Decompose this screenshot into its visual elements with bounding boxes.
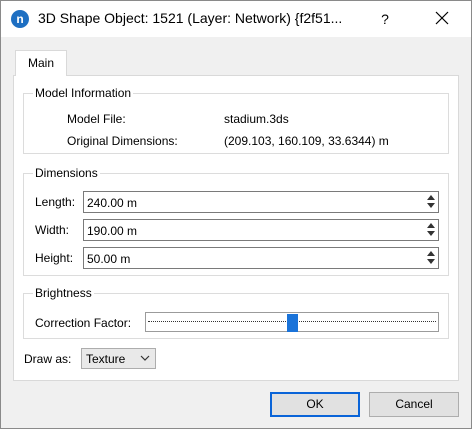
length-spinner[interactable] <box>425 194 436 210</box>
app-icon: n <box>11 10 29 28</box>
chevron-down-icon <box>140 355 150 361</box>
spin-up-icon[interactable] <box>426 195 435 200</box>
brightness-group: Brightness Correction Factor: <box>23 285 449 339</box>
dialog-window: n 3D Shape Object: 1521 (Layer: Network)… <box>0 0 472 429</box>
length-input[interactable]: 240.00 m <box>83 191 439 213</box>
spin-down-icon[interactable] <box>426 231 435 236</box>
original-dimensions-value: (209.103, 160.109, 33.6344) m <box>224 134 389 148</box>
original-dimensions-label: Original Dimensions: <box>67 134 178 148</box>
title-bar: n 3D Shape Object: 1521 (Layer: Network)… <box>1 1 471 37</box>
help-button[interactable]: ? <box>373 7 397 31</box>
height-input[interactable]: 50.00 m <box>83 247 439 269</box>
ok-button[interactable]: OK <box>270 392 360 417</box>
spin-down-icon[interactable] <box>426 203 435 208</box>
length-label: Length: <box>35 195 76 209</box>
close-icon <box>435 11 449 25</box>
model-file-label: Model File: <box>67 112 126 126</box>
width-spinner[interactable] <box>425 222 436 238</box>
width-input[interactable]: 190.00 m <box>83 219 439 241</box>
cancel-button[interactable]: Cancel <box>369 392 459 417</box>
height-spinner[interactable] <box>425 250 436 266</box>
height-label: Height: <box>35 251 74 265</box>
tab-main[interactable]: Main <box>15 50 67 76</box>
tab-panel-main: Model Information Model File: stadium.3d… <box>13 75 459 381</box>
height-value: 50.00 m <box>87 252 131 266</box>
width-value: 190.00 m <box>87 224 138 238</box>
spin-up-icon[interactable] <box>426 251 435 256</box>
correction-factor-label: Correction Factor: <box>35 316 132 330</box>
draw-as-select[interactable]: Texture <box>81 348 156 369</box>
close-button[interactable] <box>429 7 455 31</box>
draw-as-value: Texture <box>86 352 126 366</box>
window-title: 3D Shape Object: 1521 (Layer: Network) {… <box>38 10 343 26</box>
brightness-title: Brightness <box>33 285 94 301</box>
spin-up-icon[interactable] <box>426 223 435 228</box>
model-information-title: Model Information <box>33 85 134 101</box>
dimensions-title: Dimensions <box>33 165 100 181</box>
dimensions-group: Dimensions Length: 240.00 m Width: 190.0… <box>23 165 449 276</box>
correction-factor-slider[interactable] <box>145 312 439 332</box>
slider-thumb[interactable] <box>287 314 298 332</box>
spin-down-icon[interactable] <box>426 259 435 264</box>
width-label: Width: <box>35 223 70 237</box>
model-information-group: Model Information Model File: stadium.3d… <box>23 85 449 154</box>
model-file-value: stadium.3ds <box>224 112 289 126</box>
length-value: 240.00 m <box>87 196 138 210</box>
draw-as-label: Draw as: <box>24 352 72 366</box>
